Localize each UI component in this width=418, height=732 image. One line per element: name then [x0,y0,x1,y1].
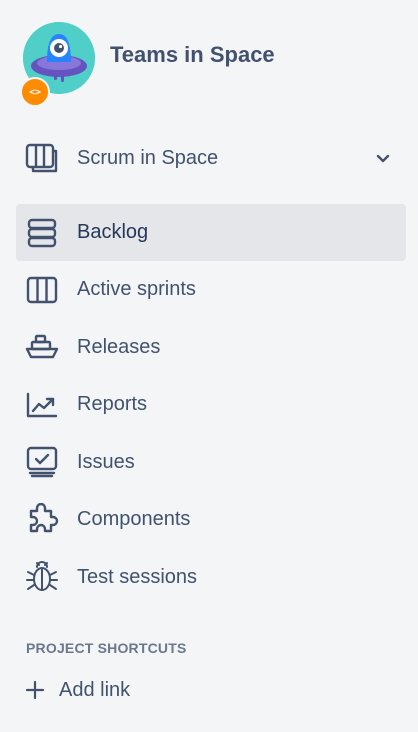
issues-icon [24,444,60,480]
sidebar-nav: Backlog Active sprints Releases Reports … [16,204,406,606]
board-switcher-label: Scrum in Space [77,146,219,169]
ship-icon [24,329,60,365]
add-link-label: Add link [59,678,131,701]
project-name[interactable]: Teams in Space [110,42,275,68]
backlog-icon [24,215,60,251]
sidebar-item-backlog[interactable]: Backlog [16,204,406,261]
project-header: <> Teams in Space [20,22,400,107]
sidebar-item-label: Components [77,508,191,531]
board-switcher[interactable]: Scrum in Space [16,132,406,184]
plus-icon [20,675,50,705]
sidebar-item-releases[interactable]: Releases [16,319,406,377]
add-link-button[interactable]: Add link [16,668,216,712]
sidebar-item-components[interactable]: Components [16,491,406,549]
sidebar-item-label: Releases [77,335,161,358]
puzzle-icon [24,502,60,538]
sidebar-item-issues[interactable]: Issues [16,434,406,492]
sidebar-item-reports[interactable]: Reports [16,376,406,434]
sidebar-item-label: Issues [77,450,135,473]
sidebar-item-label: Backlog [77,221,149,243]
bug-icon [24,559,60,595]
sidebar-item-label: Active sprints [77,278,196,301]
sidebar-item-label: Test sessions [77,565,198,588]
project-shortcuts-heading: PROJECT SHORTCUTS [26,640,187,656]
chevron-down-icon[interactable] [374,149,392,167]
board-icon [24,272,60,308]
code-icon: <> [20,77,50,107]
sidebar-item-label: Reports [77,393,148,416]
sidebar-item-test-sessions[interactable]: Test sessions [16,549,406,607]
board-icon [24,140,60,176]
chart-icon [24,387,60,423]
sidebar-item-active-sprints[interactable]: Active sprints [16,261,406,319]
